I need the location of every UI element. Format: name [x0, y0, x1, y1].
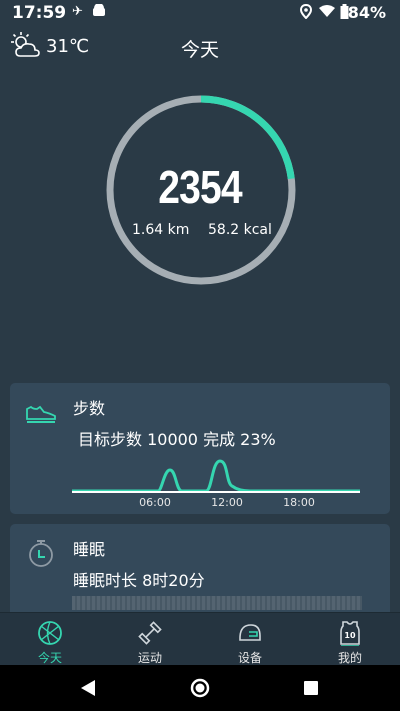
shoe-icon: [26, 405, 56, 423]
distance-value: 1.64 km: [132, 222, 190, 238]
bottom-tab-bar: 今天 运动 设备 10 我的: [0, 612, 400, 666]
tab-profile[interactable]: 10 我的: [300, 613, 400, 666]
home-icon[interactable]: [190, 678, 210, 698]
android-icon: [92, 3, 106, 21]
status-bar: 17:59 ✈ 84%: [0, 0, 400, 26]
step-count: 2354: [158, 161, 242, 213]
sleep-duration-text: 睡眠时长 8时20分: [73, 571, 205, 590]
x-tick-label: 12:00: [211, 496, 243, 509]
basketball-icon: [38, 621, 62, 645]
location-icon: [299, 3, 313, 23]
x-tick-label: 06:00: [139, 496, 171, 509]
airplane-icon: ✈: [72, 4, 83, 19]
tab-label: 设备: [237, 651, 262, 665]
jersey-number: 10: [344, 631, 356, 640]
jersey-icon: 10: [340, 621, 360, 646]
tab-device[interactable]: 设备: [200, 613, 300, 666]
wifi-icon: [318, 4, 336, 22]
x-tick-label: 18:00: [283, 496, 315, 509]
steps-series-line: [72, 459, 360, 493]
steps-card[interactable]: 步数 目标步数 10000 完成 23% 06:00 12:00 18:00: [10, 383, 390, 514]
battery-percent: 84%: [347, 3, 386, 22]
steps-goal-text: 目标步数 10000 完成 23%: [78, 430, 276, 449]
dumbbell-icon: [138, 621, 162, 645]
tab-label: 我的: [337, 651, 362, 665]
status-time: 17:59: [12, 3, 67, 23]
tab-label: 运动: [137, 651, 162, 665]
header: 31℃ 今天: [0, 30, 400, 64]
stopwatch-icon: [29, 540, 53, 567]
tab-today[interactable]: 今天: [0, 613, 100, 666]
helmet-icon: [239, 624, 261, 641]
tab-label: 今天: [37, 651, 62, 665]
steps-mini-chart: 06:00 12:00 18:00: [72, 459, 360, 509]
page-title: 今天: [180, 39, 219, 61]
tab-exercise[interactable]: 运动: [100, 613, 200, 666]
sleep-card-title: 睡眠: [73, 540, 106, 559]
system-nav-bar: [0, 665, 400, 711]
steps-card-title: 步数: [73, 399, 106, 418]
calories-value: 58.2 kcal: [208, 222, 272, 238]
recents-icon[interactable]: [303, 680, 319, 696]
sleep-timeline: [72, 596, 362, 610]
back-icon[interactable]: [79, 679, 97, 697]
